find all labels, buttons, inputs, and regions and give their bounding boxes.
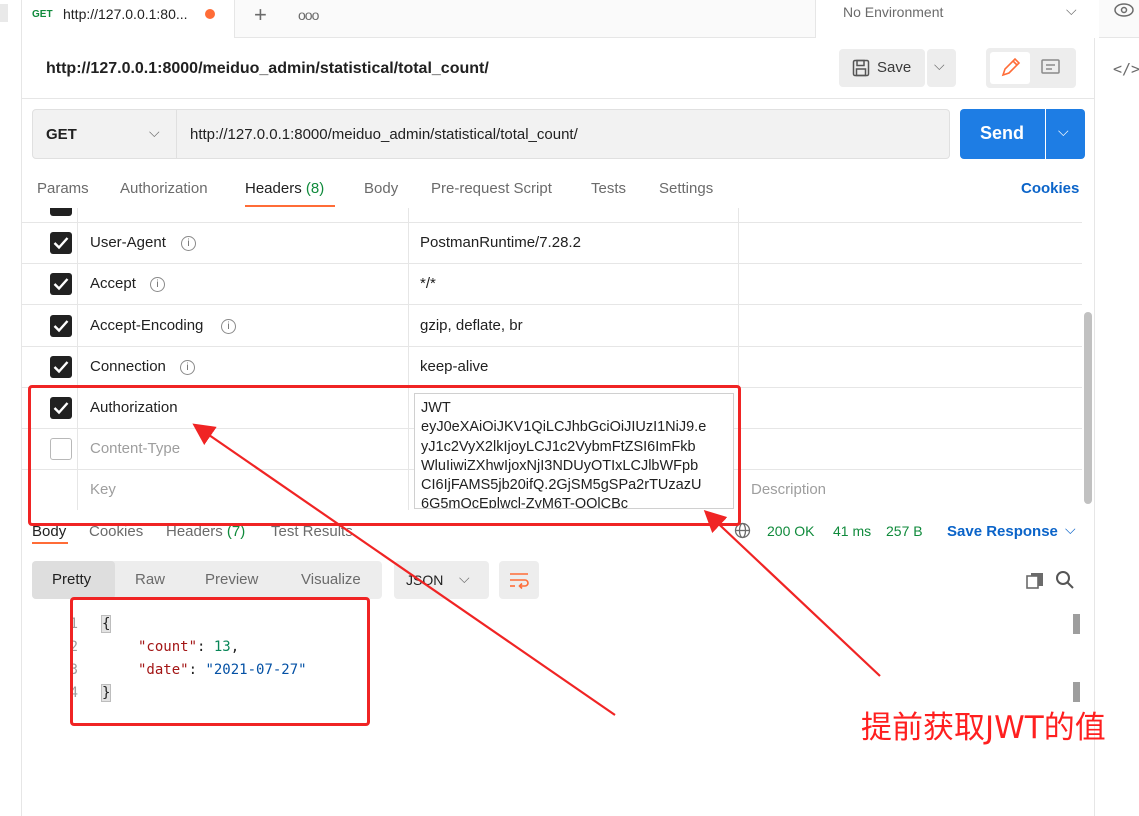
annotation-arrows (192, 423, 881, 716)
annotation-text: 提前获取JWT的值 (861, 710, 1106, 746)
